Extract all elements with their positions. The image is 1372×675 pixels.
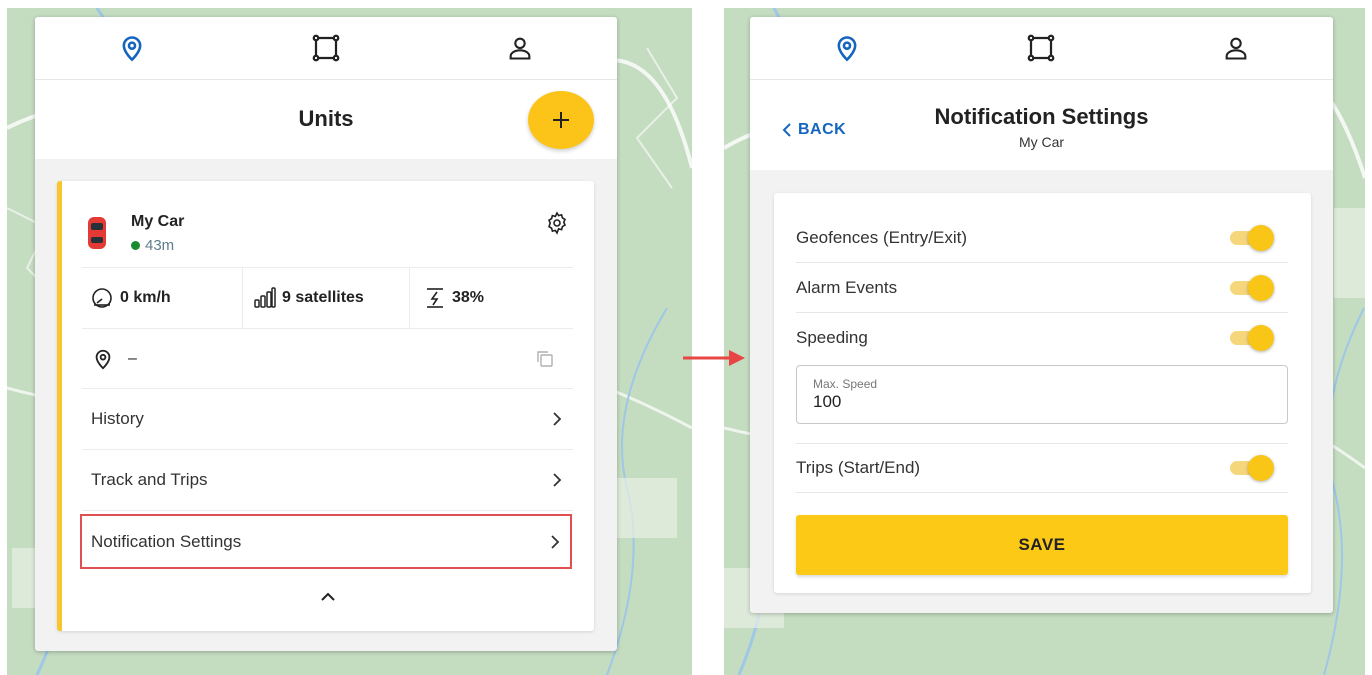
top-navigation — [35, 17, 617, 80]
setting-label: Trips (Start/End) — [796, 458, 921, 477]
units-panel: Units My Car 43m 0 km/h 9 satellites 38%… — [35, 17, 617, 651]
speedometer-icon — [92, 288, 112, 308]
max-speed-input[interactable]: Max. Speed 100 — [796, 365, 1288, 424]
top-navigation — [750, 17, 1333, 80]
chevron-right-icon — [551, 534, 560, 549]
geofences-toggle[interactable] — [1226, 224, 1274, 251]
save-button[interactable]: SAVE — [796, 515, 1288, 575]
menu-item-track-and-trips[interactable]: Track and Trips — [82, 450, 573, 511]
page-subtitle: My Car — [1018, 134, 1065, 150]
alarm-events-toggle[interactable] — [1226, 274, 1274, 301]
user-icon[interactable] — [1220, 32, 1252, 64]
battery-value: 38% — [452, 289, 485, 306]
chevron-right-icon — [553, 412, 562, 426]
setting-geofences: Geofences (Entry/Exit) — [796, 213, 1288, 263]
setting-alarm-events: Alarm Events — [796, 263, 1288, 313]
unit-header[interactable]: My Car 43m — [82, 181, 573, 268]
max-speed-label: Max. Speed — [813, 377, 878, 391]
settings-card: Geofences (Entry/Exit) Alarm Events Spee… — [774, 193, 1311, 593]
last-seen-time: 43m — [145, 237, 175, 254]
map-marker-icon[interactable] — [116, 32, 148, 64]
location-pin-icon — [95, 349, 111, 369]
unit-address: – — [82, 329, 573, 389]
unit-name: My Car — [131, 213, 185, 230]
speed-stat: 0 km/h — [82, 268, 243, 328]
geofence-square-icon[interactable] — [310, 32, 342, 64]
battery-charging-icon — [427, 288, 443, 308]
copy-icon[interactable] — [535, 349, 555, 374]
max-speed-value: 100 — [813, 392, 842, 411]
map-marker-icon[interactable] — [831, 32, 863, 64]
satellites-stat: 9 satellites — [243, 268, 410, 328]
trips-toggle[interactable] — [1226, 455, 1274, 481]
notification-settings-panel: BACK Notification Settings My Car Geofen… — [750, 17, 1333, 613]
notification-header: BACK Notification Settings My Car — [750, 80, 1333, 170]
setting-label: Speeding — [796, 328, 868, 347]
chevron-up-icon — [321, 592, 335, 601]
signal-bars-icon — [254, 287, 276, 308]
setting-label: Alarm Events — [796, 277, 898, 297]
units-header: Units — [35, 80, 617, 159]
plus-icon — [553, 112, 569, 128]
page-title: Notification Settings — [934, 104, 1149, 129]
address-text: – — [128, 349, 137, 367]
menu-item-notification-settings[interactable]: Notification Settings — [80, 514, 572, 569]
setting-speeding: Speeding — [796, 313, 1288, 363]
menu-item-label: Track and Trips — [91, 470, 208, 489]
car-icon — [86, 215, 108, 256]
menu-item-label: History — [91, 409, 144, 428]
unit-status: 43m — [131, 237, 174, 254]
unit-stats: 0 km/h 9 satellites 38% — [82, 268, 573, 329]
chevron-right-icon — [553, 473, 562, 487]
menu-item-label: Notification Settings — [91, 531, 242, 551]
add-unit-button[interactable] — [528, 91, 594, 149]
battery-stat: 38% — [410, 268, 484, 328]
transition-arrow-icon — [683, 350, 745, 366]
collapse-button[interactable] — [62, 569, 594, 624]
setting-trips: Trips (Start/End) — [796, 443, 1288, 493]
unit-card: My Car 43m 0 km/h 9 satellites 38% – His… — [57, 181, 594, 631]
speed-value: 0 km/h — [120, 289, 171, 306]
user-icon[interactable] — [504, 32, 536, 64]
menu-item-history[interactable]: History — [82, 389, 573, 450]
speeding-toggle[interactable] — [1226, 325, 1274, 351]
online-status-dot — [131, 241, 140, 250]
setting-label: Geofences (Entry/Exit) — [796, 227, 968, 247]
satellites-value: 9 satellites — [282, 289, 364, 306]
gear-icon[interactable] — [545, 211, 569, 240]
geofence-square-icon[interactable] — [1025, 32, 1057, 64]
